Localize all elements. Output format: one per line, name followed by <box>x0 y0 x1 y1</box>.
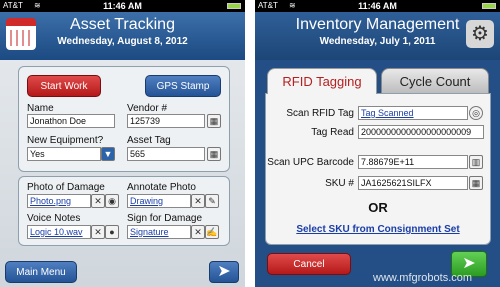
app-header: Asset Tracking Wednesday, August 8, 2012 <box>0 12 245 60</box>
cancel-button[interactable]: Cancel <box>267 253 351 275</box>
gps-stamp-button[interactable]: GPS Stamp <box>145 75 221 97</box>
status-bar: AT&T ≋ 11:46 AM <box>0 0 245 12</box>
scan-rfid-field[interactable]: Tag Scanned <box>358 106 468 120</box>
clear-icon[interactable]: ✕ <box>191 194 205 208</box>
app-header: Inventory Management Wednesday, July 1, … <box>255 12 500 60</box>
name-field[interactable]: Jonathon Doe <box>27 114 115 128</box>
battery-icon <box>227 3 241 9</box>
clear-icon[interactable]: ✕ <box>91 225 105 239</box>
sku-field[interactable]: JA1625621SILFX <box>358 176 468 190</box>
rfid-form-panel: Scan RFID Tag Tag Scanned ◎ Tag Read 200… <box>265 93 491 245</box>
asset-form-panel: Start Work GPS Stamp Name Jonathon Doe V… <box>18 66 230 172</box>
status-bar: AT&T ≋ 11:46 AM <box>255 0 500 12</box>
or-separator: OR <box>368 200 388 215</box>
main-menu-button[interactable]: Main Menu <box>5 261 77 283</box>
tab-cycle-count[interactable]: Cycle Count <box>381 68 489 94</box>
new-equipment-label: New Equipment? <box>27 135 104 146</box>
annotate-label: Annotate Photo <box>127 182 196 193</box>
page-date: Wednesday, August 8, 2012 <box>57 36 188 47</box>
inventory-management-screen: AT&T ≋ 11:46 AM Inventory Management Wed… <box>255 0 500 287</box>
pencil-icon[interactable]: ✎ <box>205 194 219 208</box>
signature-pen-icon[interactable]: ✍ <box>205 225 219 239</box>
asset-tracking-screen: AT&T ≋ 11:46 AM Asset Tracking Wednesday… <box>0 0 245 287</box>
new-equipment-select[interactable]: Yes <box>27 147 101 161</box>
name-label: Name <box>27 103 54 114</box>
clear-icon[interactable]: ✕ <box>191 225 205 239</box>
status-time: 11:46 AM <box>103 1 142 11</box>
keypad-icon[interactable]: ▦ <box>207 147 221 161</box>
chevron-down-icon[interactable]: ▼ <box>101 147 115 161</box>
screenshot-stage: AT&T ≋ 11:46 AM Asset Tracking Wednesday… <box>0 0 500 287</box>
battery-icon <box>482 3 496 9</box>
voice-notes-label: Voice Notes <box>27 213 81 224</box>
gear-icon[interactable]: ⚙ <box>466 20 494 48</box>
scan-upc-label: Scan UPC Barcode <box>267 157 354 168</box>
photo-label: Photo of Damage <box>27 182 105 193</box>
keypad-icon[interactable]: ▦ <box>207 114 221 128</box>
microphone-icon[interactable]: ● <box>105 225 119 239</box>
start-work-button[interactable]: Start Work <box>27 75 101 97</box>
tag-read-label: Tag Read <box>311 127 354 138</box>
tag-read-field[interactable]: 2000000000000000000009 <box>358 125 484 139</box>
scan-rfid-label: Scan RFID Tag <box>286 108 354 119</box>
tab-rfid-tagging[interactable]: RFID Tagging <box>267 68 377 94</box>
page-date: Wednesday, July 1, 2011 <box>319 36 436 47</box>
rfid-scan-icon[interactable]: ◎ <box>469 106 483 120</box>
calendar-icon[interactable] <box>6 18 36 50</box>
asset-tag-label: Asset Tag <box>127 135 171 146</box>
clear-icon[interactable]: ✕ <box>91 194 105 208</box>
sku-label: SKU # <box>325 178 354 189</box>
vendor-field[interactable]: 125739 <box>127 114 205 128</box>
watermark-text: www.mfgrobots.com <box>373 272 473 284</box>
signature-field[interactable]: Signature <box>127 225 191 239</box>
select-sku-link[interactable]: Select SKU from Consignment Set <box>266 224 490 235</box>
camera-icon[interactable]: ◉ <box>105 194 119 208</box>
photo-field[interactable]: Photo.png <box>27 194 91 208</box>
sign-label: Sign for Damage <box>127 213 203 224</box>
asset-tag-field[interactable]: 565 <box>127 147 205 161</box>
voice-notes-field[interactable]: Logic 10.wav <box>27 225 91 239</box>
status-time: 11:46 AM <box>358 1 397 11</box>
page-title: Inventory Management <box>295 16 460 33</box>
barcode-icon[interactable]: ▥ <box>469 155 483 169</box>
media-panel: Photo of Damage Photo.png ✕ ◉ Annotate P… <box>18 176 230 246</box>
upc-field[interactable]: 7.88679E+11 <box>358 155 468 169</box>
page-title: Asset Tracking <box>70 16 175 33</box>
annotate-field[interactable]: Drawing <box>127 194 191 208</box>
keypad-icon[interactable]: ▦ <box>469 176 483 190</box>
vendor-label: Vendor # <box>127 103 168 114</box>
next-arrow-button[interactable]: ➤ <box>209 261 239 283</box>
